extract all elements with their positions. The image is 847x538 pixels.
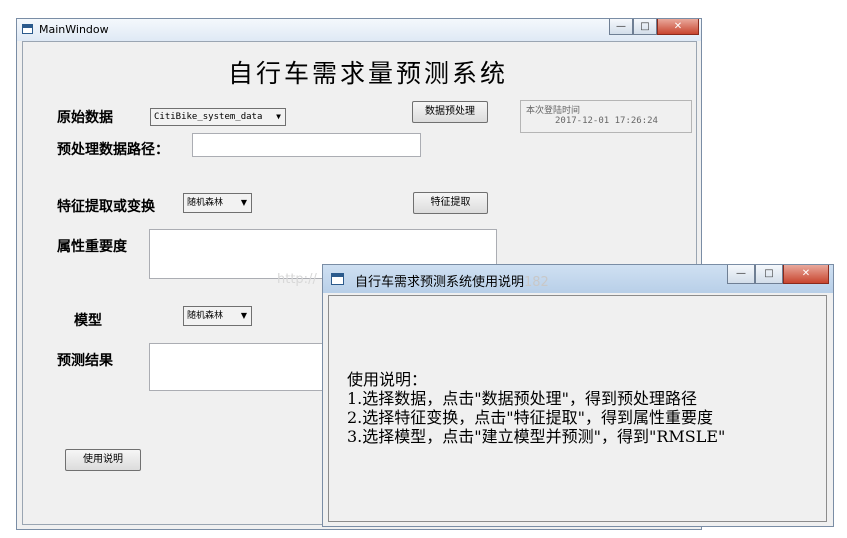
dialog-window-controls: — □ ✕: [727, 265, 829, 284]
raw-data-select-value: CitiBike_system_data: [154, 112, 263, 122]
minimize-button[interactable]: —: [609, 19, 633, 35]
dialog-title: 自行车需求预测系统使用说明182: [355, 275, 549, 290]
result-label: 预测结果: [57, 353, 113, 369]
instruction-line-3: 3.选择模型，点击"建立模型并预测"，得到"RMSLE": [347, 427, 726, 446]
model-select[interactable]: 随机森林 ▼: [183, 306, 252, 326]
preprocess-button[interactable]: 数据预处理: [412, 101, 488, 123]
feature-select-value: 随机森林: [187, 198, 224, 208]
instruction-line-1: 1.选择数据，点击"数据预处理"，得到预处理路径: [347, 389, 697, 408]
result-field[interactable]: [149, 343, 349, 391]
login-time-box: 本次登陆时间 2017-12-01 17:26:24: [520, 100, 692, 133]
main-window-controls: — □ ✕: [609, 19, 699, 36]
feature-extract-button[interactable]: 特征提取: [413, 192, 488, 214]
watermark-text: http://: [277, 272, 317, 287]
raw-data-label: 原始数据: [57, 110, 113, 126]
instructions-text: 使用说明： 1.选择数据，点击"数据预处理"，得到预处理路径 2.选择特征变换，…: [347, 370, 725, 446]
dialog-close-button[interactable]: ✕: [783, 265, 829, 284]
dialog-maximize-button[interactable]: □: [755, 265, 783, 284]
help-dialog: 自行车需求预测系统使用说明182 — □ ✕ 使用说明： 1.选择数据，点击"数…: [322, 264, 834, 527]
preprocessed-path-label: 预处理数据路径：: [57, 142, 169, 158]
preprocessed-path-field[interactable]: [192, 133, 421, 157]
maximize-button[interactable]: □: [633, 19, 657, 35]
window-icon: [331, 273, 344, 285]
feature-select[interactable]: 随机森林 ▼: [183, 193, 252, 213]
close-button[interactable]: ✕: [657, 19, 699, 35]
model-label: 模型: [74, 313, 102, 329]
page-title: 自行车需求量预测系统: [228, 59, 509, 88]
chevron-down-icon: ▼: [240, 198, 247, 207]
raw-data-select[interactable]: CitiBike_system_data ▼: [150, 108, 286, 126]
instruction-line-2: 2.选择特征变换，点击"特征提取"，得到属性重要度: [347, 408, 713, 427]
watermark: http://: [277, 272, 317, 287]
dialog-titlebar[interactable]: 自行车需求预测系统使用说明182 — □ ✕: [323, 265, 833, 293]
main-window-title: MainWindow: [39, 23, 109, 36]
dialog-client-area: 使用说明： 1.选择数据，点击"数据预处理"，得到预处理路径 2.选择特征变换，…: [328, 295, 827, 522]
dialog-minimize-button[interactable]: —: [727, 265, 755, 284]
chevron-down-icon: ▼: [240, 311, 247, 320]
login-time-value: 2017-12-01 17:26:24: [555, 116, 658, 126]
main-titlebar[interactable]: MainWindow — □ ✕: [17, 19, 701, 41]
feature-label: 特征提取或变换: [57, 199, 155, 215]
model-select-value: 随机森林: [187, 311, 224, 321]
chevron-down-icon: ▼: [276, 112, 281, 121]
help-button[interactable]: 使用说明: [65, 449, 141, 471]
importance-label: 属性重要度: [57, 239, 127, 255]
instructions-heading: 使用说明：: [347, 370, 428, 389]
window-icon: [22, 24, 33, 34]
login-time-label: 本次登陆时间: [526, 106, 581, 116]
